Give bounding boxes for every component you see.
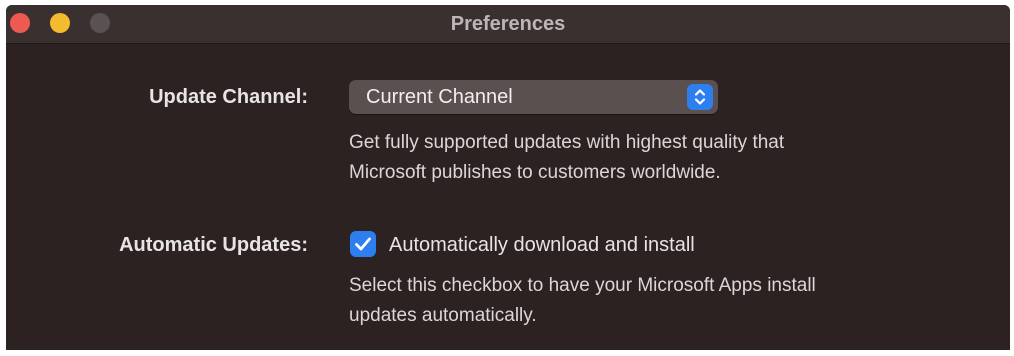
- automatic-updates-checkbox[interactable]: [350, 231, 376, 257]
- chevron-up-down-icon: [687, 84, 713, 110]
- update-channel-select[interactable]: Current Channel: [349, 80, 718, 114]
- checkmark-icon: [355, 237, 371, 251]
- preferences-window: Preferences Update Channel: Current Chan…: [6, 5, 1010, 350]
- automatic-updates-checkbox-label[interactable]: Automatically download and install: [389, 230, 695, 260]
- window-title: Preferences: [450, 13, 566, 35]
- update-channel-description-line: Microsoft publishes to customers worldwi…: [349, 162, 721, 183]
- update-channel-selected-value: Current Channel: [366, 86, 513, 108]
- automatic-updates-description-line: updates automatically.: [349, 305, 537, 326]
- automatic-updates-label: Automatic Updates:: [119, 234, 308, 256]
- title-bar: Preferences: [6, 5, 1010, 44]
- update-channel-description-line: Get fully supported updates with highest…: [349, 132, 785, 153]
- automatic-updates-description-line: Select this checkbox to have your Micros…: [349, 275, 816, 296]
- update-channel-description: Get fully supported updates with highest…: [349, 128, 784, 188]
- update-channel-label: Update Channel:: [149, 86, 308, 108]
- automatic-updates-description: Select this checkbox to have your Micros…: [349, 271, 816, 331]
